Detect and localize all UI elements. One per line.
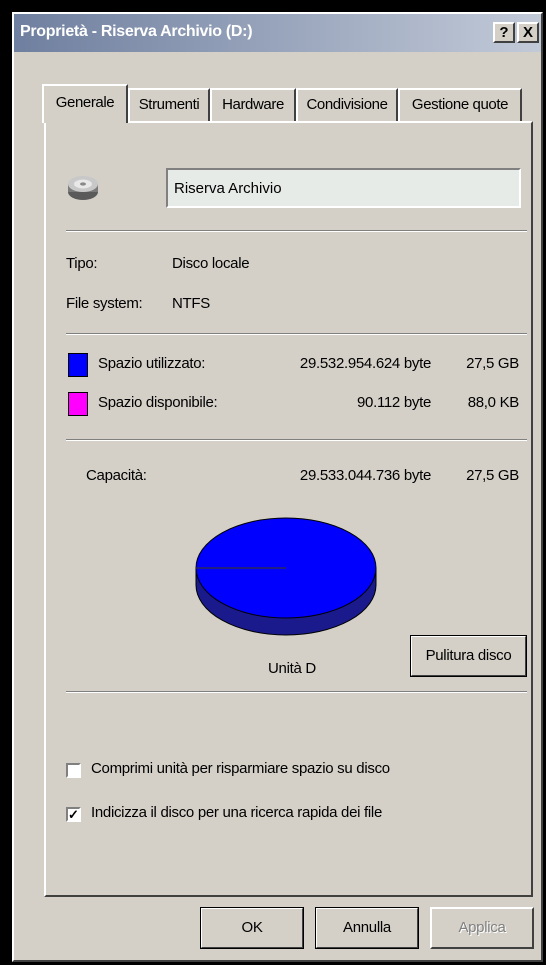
separator [66, 691, 527, 693]
title-bar[interactable]: Proprietà - Riserva Archivio (D:) ? X [14, 14, 541, 52]
free-space-bytes: 90.112 byte [357, 394, 431, 411]
apply-button: Applica [430, 907, 534, 949]
close-icon: X [522, 24, 533, 41]
drive-label: Unità D [268, 660, 316, 677]
volume-name-input[interactable] [166, 168, 521, 208]
used-space-bytes: 29.532.954.624 byte [299, 355, 431, 372]
tab-condivisione[interactable]: Condivisione [296, 88, 398, 121]
disk-usage-pie [195, 517, 377, 636]
separator [66, 333, 527, 335]
compress-checkbox[interactable] [66, 763, 81, 778]
type-value: Disco locale [172, 255, 250, 272]
ok-button[interactable]: OK [200, 907, 304, 949]
capacity-label: Capacità: [86, 467, 147, 484]
index-label: Indicizza il disco per una ricerca rapid… [91, 804, 382, 821]
window-title: Proprietà - Riserva Archivio (D:) [20, 23, 253, 40]
compress-label: Comprimi unità per risparmiare spazio su… [91, 760, 390, 777]
separator [66, 230, 527, 232]
tab-generale[interactable]: Generale [42, 84, 128, 123]
used-space-size: 27,5 GB [466, 355, 519, 372]
help-button[interactable]: ? [493, 22, 515, 43]
separator [66, 439, 527, 441]
free-space-label: Spazio disponibile: [98, 394, 218, 411]
disk-cleanup-button[interactable]: Pulitura disco [410, 635, 527, 677]
free-space-size: 88,0 KB [467, 394, 520, 411]
general-panel: Tipo: Disco locale File system: NTFS Spa… [44, 121, 533, 897]
help-icon: ? [499, 24, 509, 41]
used-space-swatch [68, 353, 88, 377]
index-checkbox[interactable]: ✓ [66, 807, 81, 822]
properties-dialog: Proprietà - Riserva Archivio (D:) ? X Ge… [12, 12, 543, 962]
capacity-bytes: 29.533.044.736 byte [299, 467, 431, 484]
used-space-label: Spazio utilizzato: [98, 355, 206, 372]
close-button[interactable]: X [517, 22, 539, 43]
tab-strumenti[interactable]: Strumenti [128, 88, 210, 121]
type-label: Tipo: [66, 255, 98, 272]
file-system-value: NTFS [172, 295, 210, 312]
cancel-button[interactable]: Annulla [315, 907, 419, 949]
hard-drive-icon [68, 176, 98, 200]
file-system-label: File system: [66, 295, 143, 312]
tab-gestione-quote[interactable]: Gestione quote [398, 88, 522, 121]
tab-hardware[interactable]: Hardware [210, 88, 296, 121]
free-space-swatch [68, 392, 88, 416]
capacity-size: 27,5 GB [466, 467, 519, 484]
